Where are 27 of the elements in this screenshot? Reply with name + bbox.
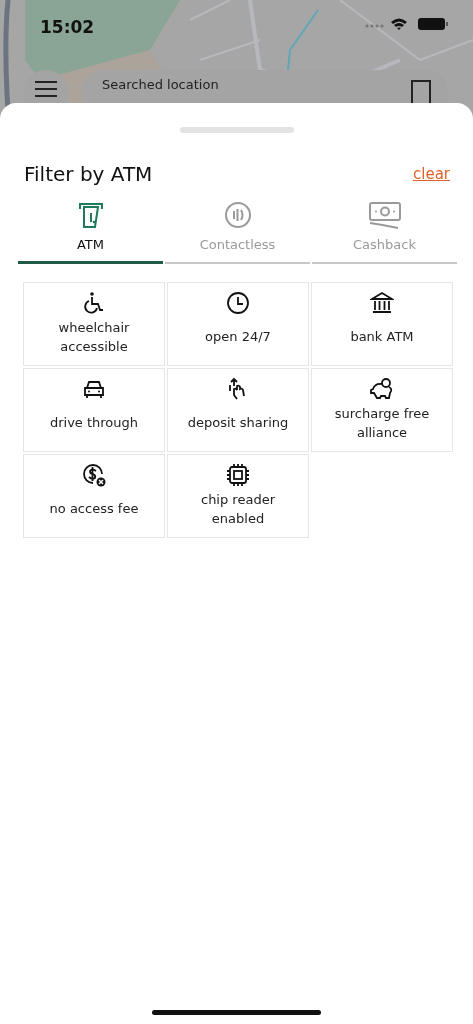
filter-tile[interactable]: wheelchair accessible <box>23 281 165 366</box>
contactless-icon <box>223 201 252 229</box>
signal-icon <box>365 24 384 28</box>
clear-link[interactable]: clear <box>413 162 450 186</box>
wheelchair-icon <box>82 290 106 315</box>
filter-tile[interactable]: no access fee <box>23 453 165 538</box>
no-fee-icon <box>82 462 106 487</box>
bookmark-icon[interactable] <box>410 79 432 103</box>
filter-tile[interactable]: open 24/7 <box>167 281 309 366</box>
filter-tile[interactable]: chip reader enabled <box>167 453 309 538</box>
filter-tile[interactable]: deposit sharing <box>167 367 309 452</box>
wifi-icon <box>391 18 407 30</box>
piggy-bank-icon <box>370 376 394 401</box>
tab[interactable]: ATM <box>18 201 163 264</box>
clock-icon <box>226 290 250 315</box>
filter-tile[interactable]: bank ATM <box>311 281 453 366</box>
status-time: 15:02 <box>40 16 95 39</box>
menu-icon <box>34 80 58 98</box>
filter-tile[interactable]: drive through <box>23 367 165 452</box>
chip-icon <box>226 462 250 487</box>
battery-icon <box>418 18 448 30</box>
search-label: Searched location <box>102 76 219 94</box>
drag-handle[interactable] <box>179 127 294 133</box>
sheet-title: Filter by ATM <box>24 161 153 188</box>
bank-icon <box>370 290 394 315</box>
filter-tile[interactable]: surcharge free alliance <box>311 367 453 452</box>
banknote-icon <box>367 201 402 229</box>
